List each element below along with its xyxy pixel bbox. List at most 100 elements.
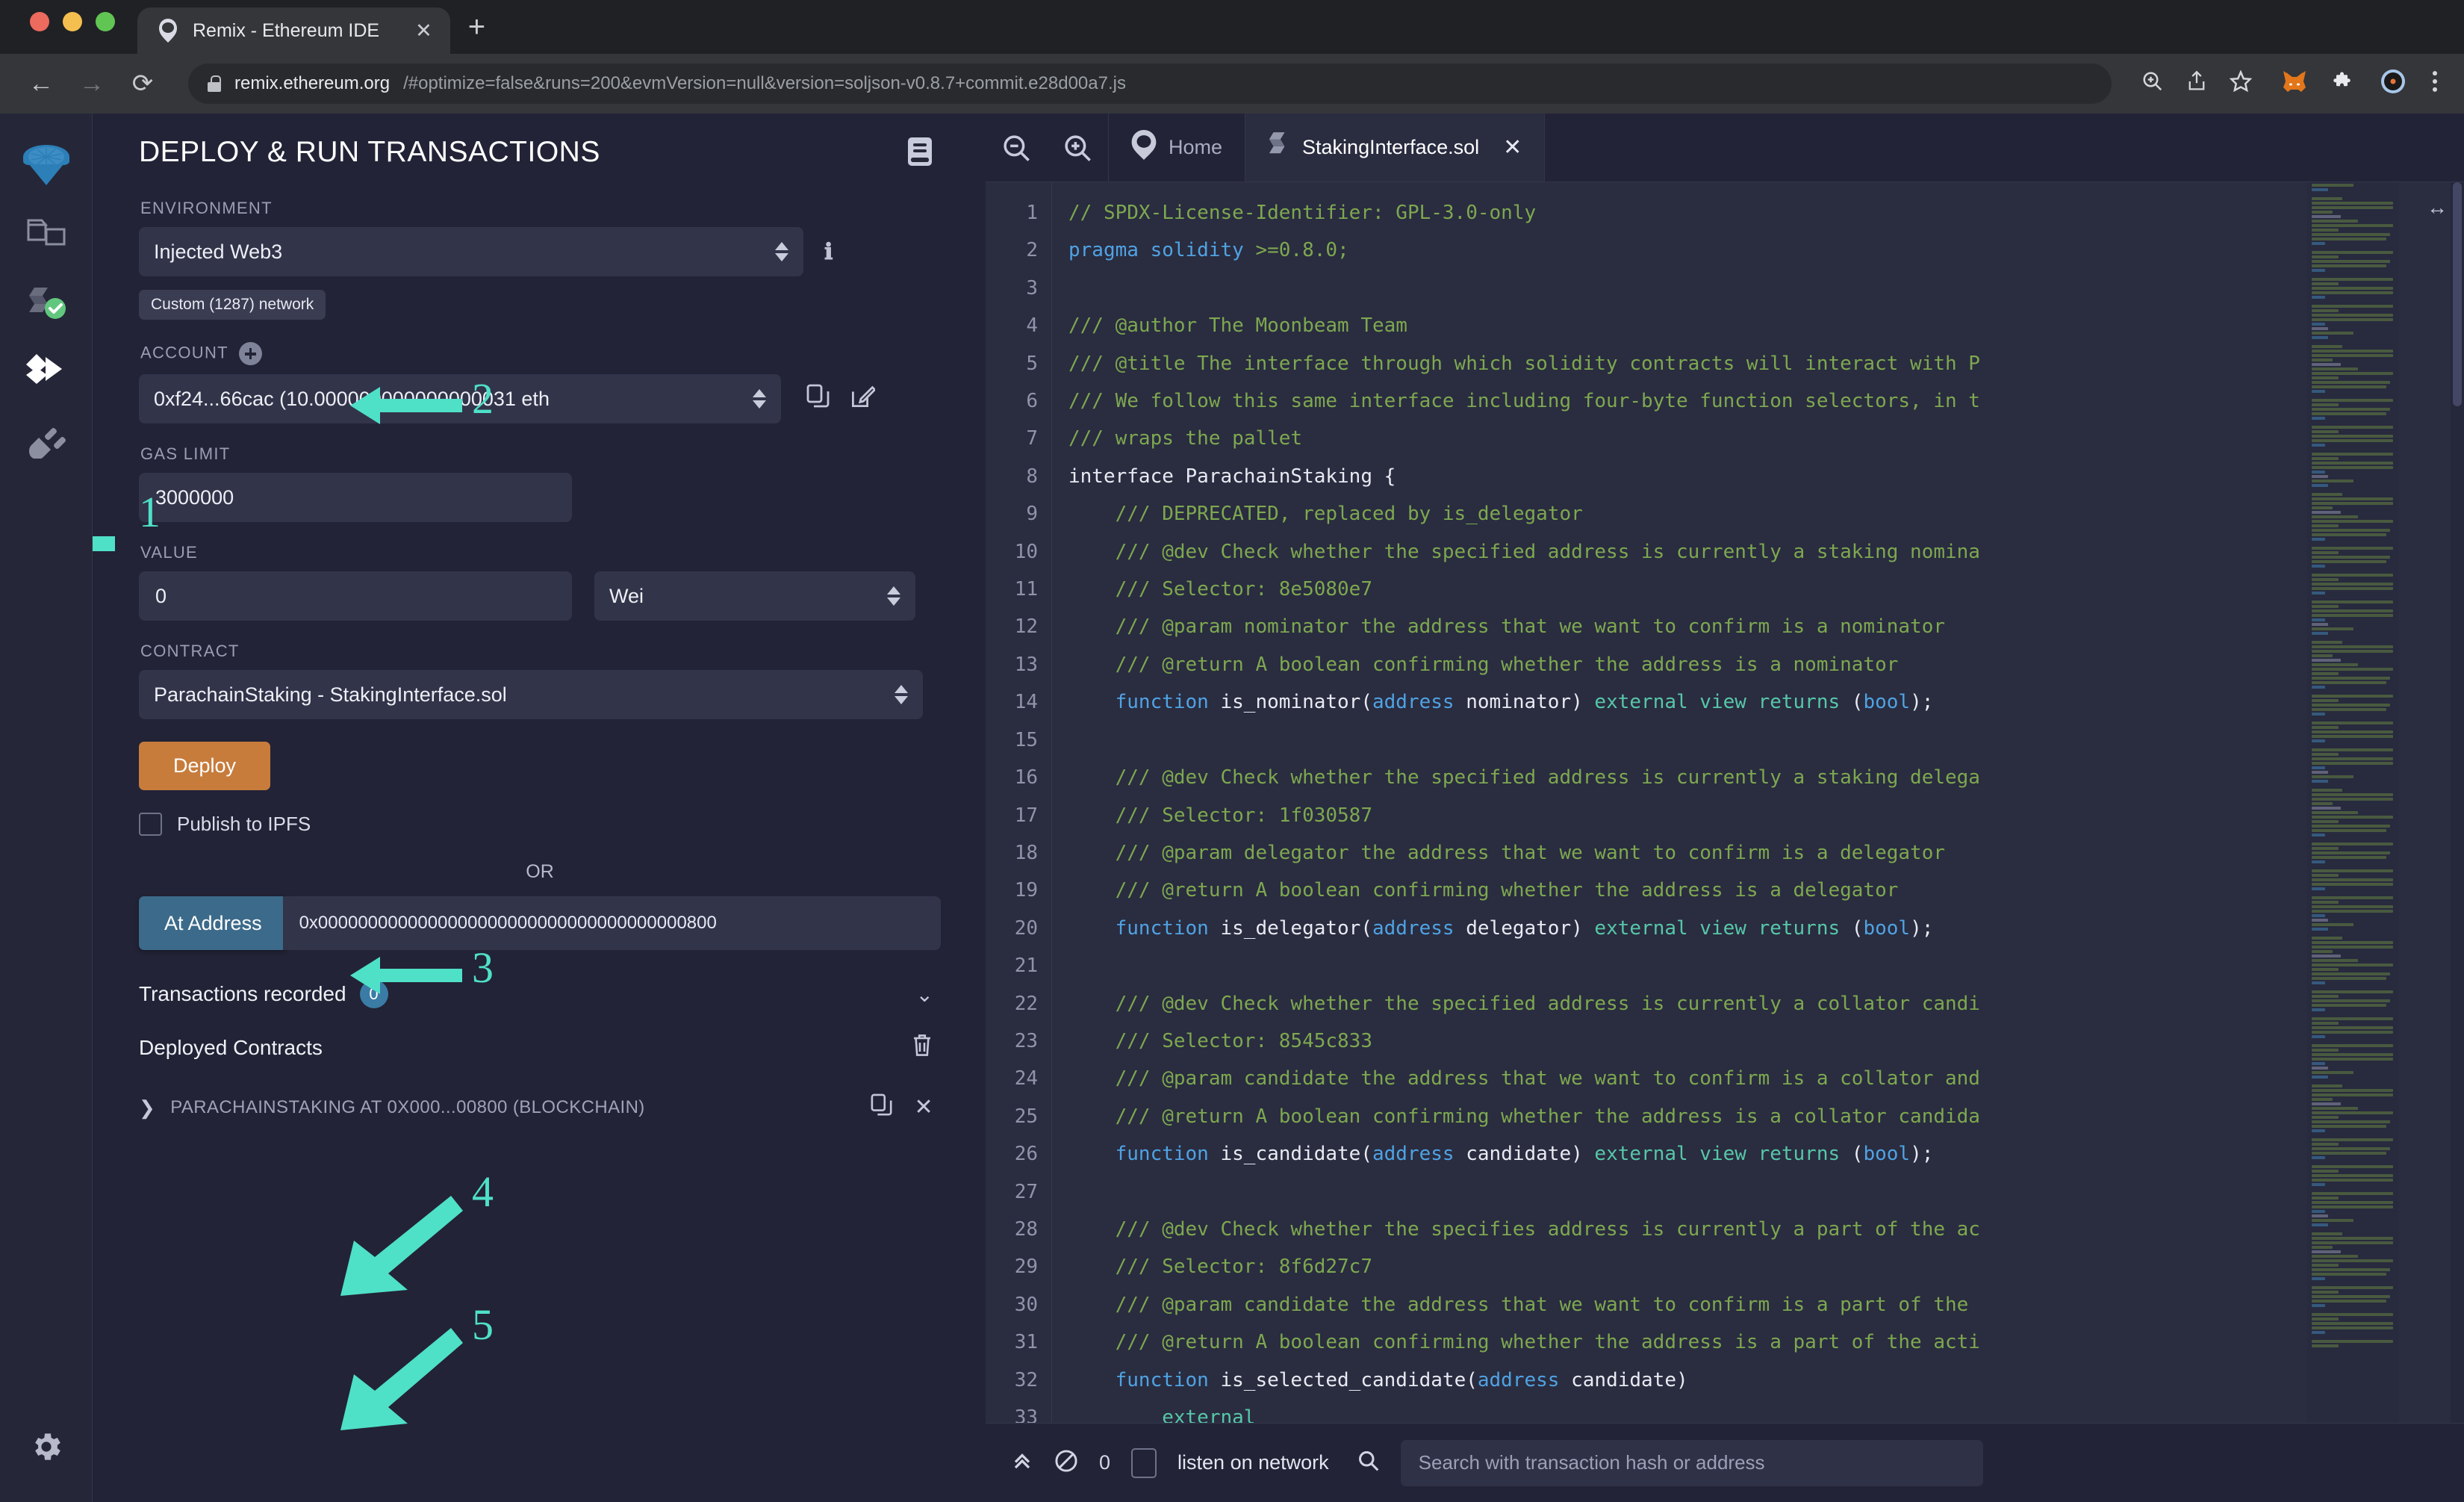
at-address-input[interactable]: 0x00000000000000000000000000000000000008… bbox=[282, 896, 941, 950]
deploy-run-icon[interactable] bbox=[0, 338, 93, 406]
file-explorer-icon[interactable] bbox=[0, 200, 93, 269]
tab-close-icon[interactable]: ✕ bbox=[1503, 134, 1522, 161]
edit-icon[interactable] bbox=[851, 384, 877, 414]
tab-home[interactable]: Home bbox=[1108, 114, 1245, 181]
code-line[interactable]: external bbox=[1052, 1399, 2464, 1423]
code-line[interactable]: /// @return A boolean confirming whether… bbox=[1052, 1323, 2464, 1361]
copy-icon[interactable] bbox=[871, 1093, 893, 1122]
plugin-manager-icon[interactable] bbox=[0, 406, 93, 475]
code-line[interactable]: /// @param candidate the address that we… bbox=[1052, 1060, 2464, 1097]
browser-menu-icon[interactable] bbox=[2431, 70, 2439, 97]
solidity-compiler-icon[interactable] bbox=[0, 269, 93, 338]
publish-ipfs-checkbox[interactable] bbox=[139, 813, 162, 836]
plus-circle-icon[interactable] bbox=[238, 342, 262, 365]
close-window-button[interactable] bbox=[30, 12, 49, 31]
editor-scrollbar[interactable] bbox=[2451, 182, 2464, 1423]
address-bar[interactable]: remix.ethereum.org /#optimize=false&runs… bbox=[188, 63, 2112, 104]
code-line[interactable]: /// Selector: 8f6d27c7 bbox=[1052, 1248, 2464, 1285]
deploy-button[interactable]: Deploy bbox=[139, 742, 271, 790]
editor-tabbar: Home StakingInterface.sol ✕ bbox=[986, 114, 2464, 182]
code-line[interactable]: /// @title The interface through which s… bbox=[1052, 345, 2464, 382]
horizontal-resize-icon[interactable]: ↔ bbox=[2427, 196, 2448, 220]
listen-on-network-checkbox[interactable] bbox=[1131, 1447, 1157, 1478]
scrollbar-thumb[interactable] bbox=[2453, 182, 2462, 406]
tab-stakinginterface[interactable]: StakingInterface.sol ✕ bbox=[1245, 114, 1546, 181]
book-icon[interactable] bbox=[906, 136, 933, 167]
transaction-search-input[interactable]: Search with transaction hash or address bbox=[1400, 1439, 1983, 1486]
code-line[interactable]: /// wraps the pallet bbox=[1052, 420, 2464, 457]
profile-avatar-icon[interactable] bbox=[2380, 69, 2406, 99]
extensions-puzzle-icon[interactable] bbox=[2333, 70, 2355, 97]
code-line[interactable]: /// Selector: 8545c833 bbox=[1052, 1022, 2464, 1060]
zoom-out-icon[interactable] bbox=[986, 114, 1047, 181]
code-line[interactable] bbox=[1052, 947, 2464, 984]
code-line[interactable]: function is_delegator(address delegator)… bbox=[1052, 910, 2464, 947]
code-line[interactable]: /// We follow this same interface includ… bbox=[1052, 382, 2464, 420]
remix-home-icon[interactable] bbox=[0, 131, 93, 200]
code-minimap[interactable] bbox=[2307, 182, 2398, 1423]
code-line[interactable]: /// @author The Moonbeam Team bbox=[1052, 307, 2464, 344]
publish-ipfs-row[interactable]: Publish to IPFS bbox=[139, 813, 941, 836]
tab-close-icon[interactable]: ✕ bbox=[415, 20, 432, 41]
transactions-recorded-row[interactable]: Transactions recorded 0 ⌄ bbox=[139, 980, 941, 1008]
metamask-fox-icon[interactable] bbox=[2282, 69, 2307, 98]
gas-limit-input[interactable]: 3000000 bbox=[139, 473, 572, 522]
value-input[interactable]: 0 bbox=[139, 571, 572, 621]
contract-select[interactable]: ParachainStaking - StakingInterface.sol bbox=[139, 670, 923, 719]
code-line[interactable]: /// @dev Check whether the specifies add… bbox=[1052, 1211, 2464, 1248]
chevron-updown-icon[interactable] bbox=[877, 586, 900, 606]
search-icon[interactable] bbox=[1357, 1450, 1380, 1477]
back-icon[interactable]: ← bbox=[25, 71, 57, 96]
bookmark-star-icon[interactable] bbox=[2229, 69, 2253, 97]
code-line[interactable]: /// DEPRECATED, replaced by is_delegator bbox=[1052, 495, 2464, 533]
value-unit-select[interactable]: Wei bbox=[594, 571, 915, 621]
code-line[interactable] bbox=[1052, 270, 2464, 307]
share-icon[interactable] bbox=[2186, 70, 2207, 97]
no-entry-icon[interactable] bbox=[1054, 1449, 1078, 1477]
info-icon[interactable]: ℹ bbox=[815, 239, 833, 265]
code-line[interactable]: /// @return A boolean confirming whether… bbox=[1052, 646, 2464, 683]
code-line[interactable]: /// Selector: 1f030587 bbox=[1052, 797, 2464, 834]
environment-select[interactable]: Injected Web3 bbox=[139, 227, 803, 276]
copy-icon[interactable] bbox=[806, 384, 830, 414]
code-line[interactable]: interface ParachainStaking { bbox=[1052, 458, 2464, 495]
trash-icon[interactable] bbox=[911, 1032, 933, 1064]
minimize-window-button[interactable] bbox=[63, 12, 82, 31]
code-line[interactable]: /// @param delegator the address that we… bbox=[1052, 834, 2464, 872]
reload-icon[interactable]: ⟳ bbox=[127, 71, 158, 96]
account-select[interactable]: 0xf24...66cac (10.000000000000000031 eth bbox=[139, 374, 781, 423]
zoom-in-icon[interactable] bbox=[1047, 114, 1108, 181]
code-line[interactable]: function is_candidate(address candidate)… bbox=[1052, 1135, 2464, 1173]
code-line[interactable]: function is_selected_candidate(address c… bbox=[1052, 1362, 2464, 1399]
code-line[interactable]: /// @return A boolean confirming whether… bbox=[1052, 872, 2464, 909]
deployed-contract-item[interactable]: ❯ PARACHAINSTAKING AT 0X000...00800 (BLO… bbox=[139, 1093, 941, 1122]
close-icon[interactable]: ✕ bbox=[914, 1096, 933, 1119]
code-line[interactable]: /// @dev Check whether the specified add… bbox=[1052, 759, 2464, 796]
maximize-window-button[interactable] bbox=[96, 12, 115, 31]
zoom-in-icon[interactable] bbox=[2141, 70, 2164, 97]
new-tab-button[interactable]: + bbox=[450, 12, 503, 54]
code-line[interactable]: /// @return A boolean confirming whether… bbox=[1052, 1098, 2464, 1135]
chevron-right-icon[interactable]: ❯ bbox=[139, 1096, 155, 1120]
settings-gear-icon[interactable] bbox=[0, 1412, 93, 1481]
code-line[interactable]: /// @dev Check whether the specified add… bbox=[1052, 533, 2464, 571]
code-line[interactable]: /// @param nominator the address that we… bbox=[1052, 608, 2464, 645]
code-line[interactable]: /// Selector: 8e5080e7 bbox=[1052, 571, 2464, 608]
code-line[interactable] bbox=[1052, 1173, 2464, 1211]
chevron-updown-icon[interactable] bbox=[765, 242, 788, 261]
code-area[interactable]: 1 2 3 4 5 6 7 8 9 10 11 12 13 14 15 16 17 18 19 20 21 22 23 24 2… bbox=[986, 182, 2464, 1423]
code-line[interactable]: // SPDX-License-Identifier: GPL-3.0-only bbox=[1052, 194, 2464, 232]
code-line[interactable]: /// @param candidate the address that we… bbox=[1052, 1286, 2464, 1323]
code-line[interactable]: function is_nominator(address nominator)… bbox=[1052, 683, 2464, 721]
forward-icon[interactable]: → bbox=[76, 71, 108, 96]
chevron-down-icon[interactable]: ⌄ bbox=[916, 982, 933, 1007]
chevron-updown-icon[interactable] bbox=[742, 389, 766, 409]
code-line[interactable]: /// @dev Check whether the specified add… bbox=[1052, 985, 2464, 1022]
code-line[interactable]: pragma solidity >=0.8.0; bbox=[1052, 232, 2464, 269]
at-address-button[interactable]: At Address bbox=[139, 896, 287, 950]
code-lines[interactable]: // SPDX-License-Identifier: GPL-3.0-only… bbox=[1051, 182, 2464, 1423]
chevron-double-up-icon[interactable] bbox=[1011, 1450, 1033, 1477]
browser-tab[interactable]: Remix - Ethereum IDE ✕ bbox=[137, 7, 450, 54]
chevron-updown-icon[interactable] bbox=[884, 685, 908, 704]
code-line[interactable] bbox=[1052, 721, 2464, 759]
